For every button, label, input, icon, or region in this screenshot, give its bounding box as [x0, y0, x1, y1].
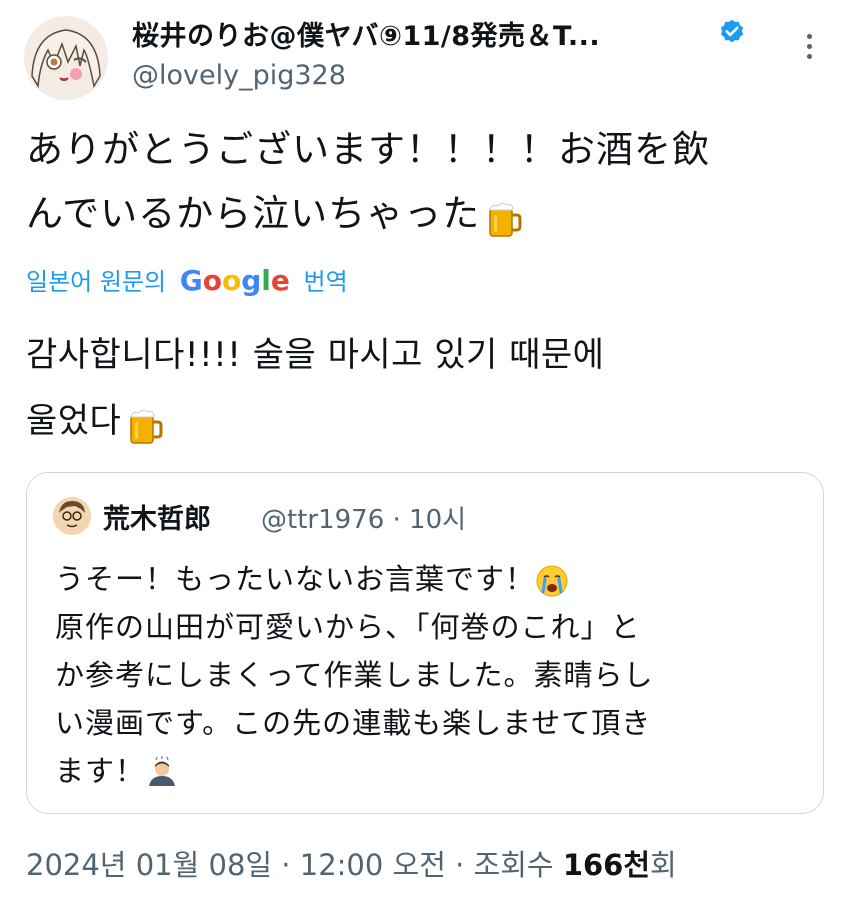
translated-text: 감사합니다!!!! 술을 마시고 있기 때문에 울었다: [26, 322, 816, 454]
beer-mug-icon: [125, 403, 165, 444]
quoted-text-line: い漫画です。この先の連載も楽しませて頂き: [55, 706, 652, 740]
quoted-tweet-text: うそー！もったいないお言葉です！ 原作の山田が可愛いから、「何巻のこれ」と か参…: [55, 555, 805, 795]
view-count: 166천: [562, 848, 651, 882]
more-options-icon[interactable]: [798, 34, 820, 64]
tweet-text-line: んでいるから泣いちゃった: [26, 182, 826, 246]
author-handle[interactable]: @lovely_pig328: [132, 60, 346, 91]
verified-badge-icon: [718, 18, 746, 46]
author-display-name[interactable]: 桜井のりお@僕ヤバ⑨11/8発売＆T...: [132, 14, 600, 53]
quoted-tweet-card[interactable]: 荒木哲郎 @ttr1976 · 10시 うそー！もったいないお言葉です！ 原作の…: [26, 472, 824, 814]
tweet-header: 桜井のりお@僕ヤバ⑨11/8発売＆T... @lovely_pig328: [0, 0, 850, 110]
quoted-text-line: か参考にしまくって作業しました。素晴らし: [55, 658, 654, 692]
author-avatar[interactable]: [24, 16, 108, 100]
tweet-text: ありがとうございます！！！！お酒を飲 んでいるから泣いちゃった: [26, 118, 826, 246]
quoted-text-line: うそー！もったいないお言葉です！: [55, 555, 805, 603]
translated-text-line: 감사합니다!!!! 술을 마시고 있기 때문에: [26, 335, 605, 375]
google-logo: Google: [179, 264, 290, 297]
translate-attribution[interactable]: 일본어 원문의 Google 번역: [26, 262, 348, 297]
quoted-text-line: ます！: [55, 747, 805, 795]
quoted-text-line: 原作の山田が可愛いから、「何巻のこれ」と: [55, 610, 641, 644]
translated-text-line: 울었다: [26, 388, 816, 454]
person-bowing-icon: [145, 756, 179, 790]
quoted-text-line-content: うそー！もったいないお言葉です！: [55, 562, 536, 596]
translate-prefix: 일본어 원문의: [26, 268, 167, 296]
crying-face-icon: [535, 564, 569, 598]
view-count-suffix: 회: [650, 848, 677, 882]
quoted-author-handle-time[interactable]: @ttr1976 · 10시: [261, 499, 466, 536]
translate-suffix: 번역: [303, 268, 348, 296]
translated-text-line-content: 울었다: [26, 401, 122, 441]
tweet-datetime[interactable]: 2024년 01월 08일 · 12:00 오전 · 조회수: [26, 848, 554, 882]
tweet-meta: 2024년 01월 08일 · 12:00 오전 · 조회수 166천회: [26, 842, 677, 884]
quoted-author-name[interactable]: 荒木哲郎: [103, 497, 211, 536]
tweet-text-line: ありがとうございます！！！！お酒を飲: [26, 128, 710, 171]
tweet-text-line-content: んでいるから泣いちゃった: [26, 192, 481, 235]
beer-mug-icon: [484, 196, 524, 237]
quoted-author-avatar[interactable]: [53, 497, 91, 535]
quoted-text-line-content: ます！: [55, 754, 146, 788]
